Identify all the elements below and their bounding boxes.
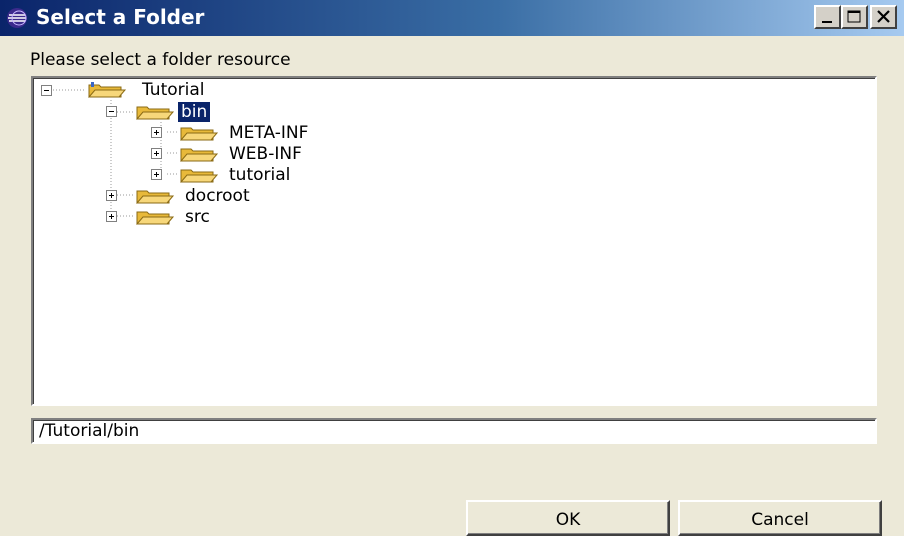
folder-icon [135,190,175,204]
tree-node-web-inf[interactable]: WEB-INF [33,144,433,164]
cancel-button[interactable]: Cancel [678,500,882,536]
tree-node-tutorial[interactable]: tutorial [33,165,433,185]
folder-tree[interactable]: Tutorial bin META-INF WEB-INF tutorial d… [31,76,877,406]
plus-icon [154,172,159,177]
title-bar[interactable]: Select a Folder [0,0,904,36]
tree-node-meta-inf[interactable]: META-INF [33,123,433,143]
tree-node-label: Tutorial [142,80,205,100]
maximize-icon [847,10,861,23]
folder-icon [179,148,219,162]
minimize-icon [822,21,832,23]
minimize-button[interactable] [814,5,841,29]
expand-toggle[interactable] [151,148,162,159]
window-title: Select a Folder [36,5,205,29]
folder-icon [179,127,219,141]
open-folder-icon [135,106,175,120]
expand-toggle[interactable] [106,211,117,222]
plus-icon [109,214,114,219]
plus-icon [154,130,159,135]
tree-node-label: docroot [185,186,250,206]
ok-button[interactable]: OK [466,500,670,536]
expand-toggle[interactable] [151,127,162,138]
tree-node-label: tutorial [229,165,291,185]
tree-node-label: bin [178,102,211,122]
collapse-toggle[interactable] [41,85,52,96]
tree-node-label: src [185,207,210,227]
expand-toggle[interactable] [106,190,117,201]
close-button[interactable] [870,5,897,29]
plus-icon [109,193,114,198]
tree-node-label: META-INF [229,123,309,143]
folder-icon [135,211,175,225]
collapse-toggle[interactable] [106,106,117,117]
prompt-label: Please select a folder resource [30,50,291,70]
tree-node-tutorial-root[interactable]: Tutorial [33,80,333,100]
folder-path-input[interactable] [31,418,877,444]
tree-node-docroot[interactable]: docroot [33,186,433,206]
expand-toggle[interactable] [151,169,162,180]
close-icon [877,10,890,23]
tree-node-bin[interactable]: bin [33,102,333,122]
open-folder-icon [87,82,127,98]
minus-icon [44,90,49,91]
folder-icon [179,169,219,183]
tree-node-src[interactable]: src [33,207,433,227]
maximize-button[interactable] [841,5,868,29]
minus-icon [109,111,114,112]
plus-icon [154,151,159,156]
tree-node-label: WEB-INF [229,144,302,164]
eclipse-app-icon [7,8,27,28]
